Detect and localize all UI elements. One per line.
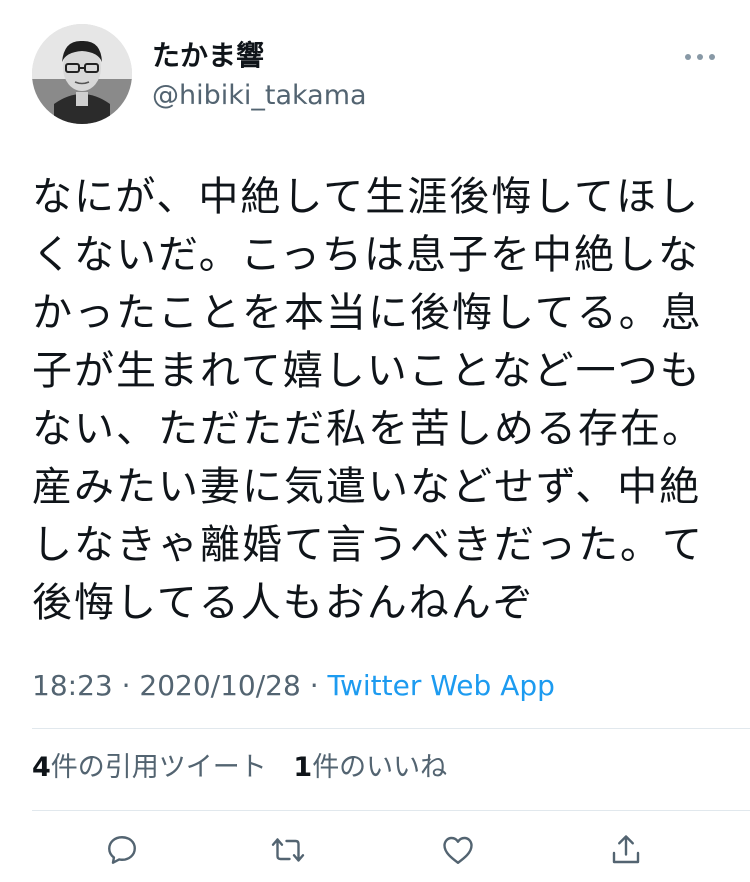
tweet-text-line: かったことを本当に後悔してる。息	[32, 290, 703, 336]
avatar[interactable]	[32, 24, 132, 124]
tweet-text-line: 後悔してる人もおんねんぞ	[32, 580, 535, 626]
tweet-actions	[0, 820, 750, 882]
retweet-button[interactable]	[266, 828, 310, 872]
quote-tweets-label: 件の引用ツイート	[50, 752, 267, 783]
like-button[interactable]	[436, 828, 480, 872]
likes-count: 1	[293, 752, 313, 783]
tweet-stats: 4件の引用ツイート 1件のいいね	[32, 748, 465, 788]
quote-tweets-count: 4	[32, 752, 51, 783]
tweet-text-line: なにが、中絶して生涯後悔してほし	[32, 174, 700, 220]
share-icon	[612, 835, 640, 864]
tweet-text: なにが、中絶して生涯後悔してほし くないだ。こっちは息子を中絶しな かったことを…	[32, 168, 722, 632]
tweet-header: たかま響 @hibiki_takama	[32, 24, 722, 134]
likes-label: 件のいいね	[312, 752, 448, 783]
tweet-text-line: 子が生まれて嬉しいことなど一つも	[32, 348, 702, 394]
tweet-meta: 18:23 · 2020/10/28 · Twitter Web App	[32, 666, 555, 706]
meta-separator: ·	[112, 669, 140, 702]
tweet-text-line: ない、ただただ私を苦しめる存在。	[32, 406, 704, 452]
author-display-name[interactable]: たかま響	[152, 38, 367, 74]
tweet-text-line: 産みたい妻に気遣いなどせず、中絶	[32, 464, 702, 510]
heart-icon	[443, 836, 473, 864]
meta-separator: ·	[300, 669, 328, 702]
quote-tweets-stat[interactable]: 4件の引用ツイート	[32, 752, 267, 783]
tweet-text-line: くないだ。こっちは息子を中絶しな	[32, 232, 700, 278]
retweet-icon	[271, 838, 305, 862]
tweet-text-line: しなきゃ離婚て言うべきだった。て	[32, 522, 704, 568]
tweet-source-link[interactable]: Twitter Web App	[328, 669, 555, 702]
reply-button[interactable]	[100, 828, 144, 872]
author-names: たかま響 @hibiki_takama	[152, 38, 367, 114]
divider	[32, 728, 750, 729]
more-horizontal-icon	[685, 54, 715, 60]
tweet-date[interactable]: 2020/10/28	[139, 669, 300, 702]
divider	[32, 810, 750, 811]
share-button[interactable]	[604, 828, 648, 872]
author-handle[interactable]: @hibiki_takama	[152, 78, 367, 114]
reply-icon	[108, 836, 136, 864]
tweet-time[interactable]: 18:23	[32, 669, 113, 702]
likes-stat[interactable]: 1件のいいね	[293, 752, 447, 783]
tweet-card: たかま響 @hibiki_takama なにが、中絶して生涯後悔してほし くない…	[0, 0, 750, 882]
more-options-button[interactable]	[678, 42, 722, 72]
avatar-image	[32, 24, 132, 124]
